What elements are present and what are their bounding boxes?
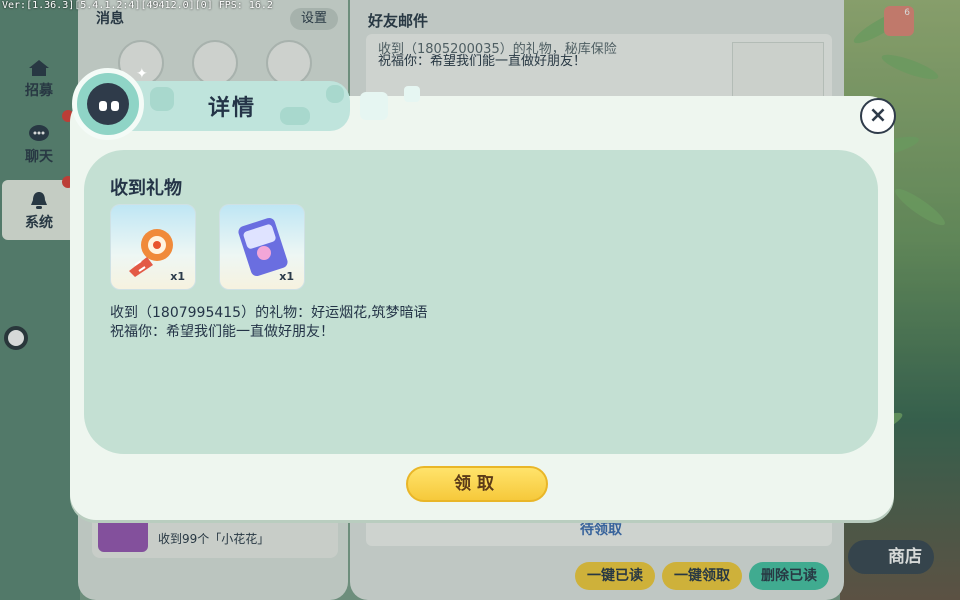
gift-qty: x1 bbox=[279, 270, 294, 283]
sparkle-icon: ✦ bbox=[136, 66, 148, 82]
decoration-square bbox=[404, 86, 420, 102]
gift-message-line: 收到（1807995415）的礼物：好运烟花,筑梦暗语 bbox=[110, 305, 428, 321]
gift-item-dream-words[interactable]: x1 bbox=[219, 204, 305, 290]
gift-message-line: 祝福你：希望我们能一直做好朋友！ bbox=[110, 324, 334, 340]
avatar bbox=[72, 68, 144, 140]
section-title: 收到礼物 bbox=[110, 178, 182, 199]
claim-button[interactable]: 领取 bbox=[406, 466, 548, 502]
gift-item-fireworks[interactable]: x1 bbox=[110, 204, 196, 290]
close-button[interactable]: × bbox=[860, 98, 896, 134]
version-fps-text: Ver:[1.36.3][5.4.1.2:4][49412.0][0] FPS:… bbox=[2, 0, 273, 11]
gift-qty: x1 bbox=[170, 270, 185, 283]
decoration-square bbox=[360, 92, 388, 120]
dialog-title: 详情 bbox=[208, 96, 257, 121]
